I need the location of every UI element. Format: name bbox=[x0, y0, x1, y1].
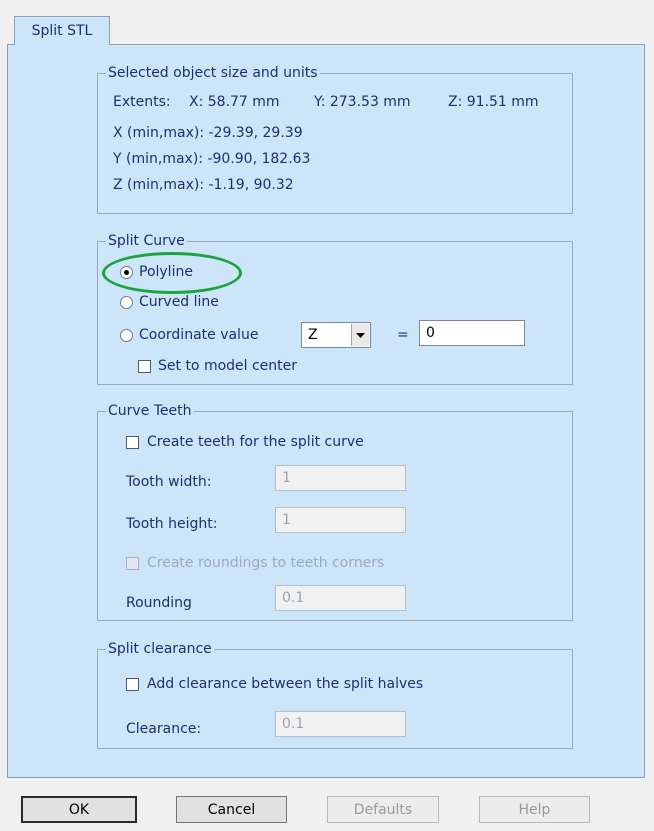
axis-select-value: Z bbox=[308, 327, 318, 343]
extents-z: Z: 91.51 mm bbox=[448, 94, 539, 110]
defaults-button[interactable]: Defaults bbox=[327, 796, 439, 823]
coordinate-value-label[interactable]: Coordinate value bbox=[139, 326, 258, 344]
set-to-model-center-checkbox[interactable] bbox=[138, 360, 151, 373]
split-curve-group: Split Curve Polyline Curved line Coordin… bbox=[97, 232, 573, 385]
extents-x: X: 58.77 mm bbox=[189, 94, 280, 110]
tab-label: Split STL bbox=[31, 23, 93, 39]
equals-sign: = bbox=[397, 327, 409, 343]
split-curve-legend: Split Curve bbox=[106, 232, 187, 250]
chevron-down-icon[interactable] bbox=[351, 324, 369, 346]
object-info-legend: Selected object size and units bbox=[106, 64, 320, 82]
coordinate-value-radio[interactable] bbox=[120, 329, 133, 342]
create-teeth-label[interactable]: Create teeth for the split curve bbox=[147, 433, 364, 451]
curve-teeth-group: Curve Teeth Create teeth for the split c… bbox=[97, 402, 573, 621]
clearance-label: Clearance: bbox=[126, 721, 202, 737]
y-range: Y (min,max): -90.90, 182.63 bbox=[113, 151, 311, 167]
curved-line-label[interactable]: Curved line bbox=[139, 293, 219, 311]
tooth-width-input[interactable]: 1 bbox=[275, 465, 406, 491]
split-clearance-group: Split clearance Add clearance between th… bbox=[97, 640, 573, 749]
add-clearance-checkbox[interactable] bbox=[126, 678, 139, 691]
ok-button[interactable]: OK bbox=[21, 796, 137, 823]
tooth-height-label: Tooth height: bbox=[126, 516, 218, 532]
tooth-width-label: Tooth width: bbox=[126, 474, 212, 490]
help-button[interactable]: Help bbox=[479, 796, 590, 823]
split-clearance-legend: Split clearance bbox=[106, 640, 214, 658]
object-info-group: Selected object size and units Extents: … bbox=[97, 64, 573, 214]
create-teeth-checkbox[interactable] bbox=[126, 436, 139, 449]
extents-y: Y: 273.53 mm bbox=[314, 94, 411, 110]
create-roundings-checkbox[interactable] bbox=[126, 557, 139, 570]
tooth-height-input[interactable]: 1 bbox=[275, 507, 406, 533]
rounding-label: Rounding bbox=[126, 595, 192, 611]
tab-split-stl[interactable]: Split STL bbox=[14, 16, 110, 45]
x-range: X (min,max): -29.39, 29.39 bbox=[113, 125, 303, 141]
add-clearance-label[interactable]: Add clearance between the split halves bbox=[147, 675, 423, 693]
extents-label: Extents: bbox=[113, 94, 171, 110]
z-range: Z (min,max): -1.19, 90.32 bbox=[113, 177, 294, 193]
rounding-input[interactable]: 0.1 bbox=[275, 585, 406, 611]
clearance-input[interactable]: 0.1 bbox=[275, 711, 406, 737]
tab-panel: Selected object size and units Extents: … bbox=[7, 44, 645, 778]
set-to-model-center-label[interactable]: Set to model center bbox=[158, 357, 297, 375]
polyline-radio[interactable] bbox=[120, 266, 133, 279]
axis-select[interactable]: Z bbox=[301, 322, 371, 348]
curve-teeth-legend: Curve Teeth bbox=[106, 402, 194, 420]
cancel-button[interactable]: Cancel bbox=[176, 796, 287, 823]
curved-line-radio[interactable] bbox=[120, 296, 133, 309]
create-roundings-label[interactable]: Create roundings to teeth corners bbox=[147, 554, 384, 572]
coordinate-value-input[interactable]: 0 bbox=[419, 320, 525, 346]
polyline-label[interactable]: Polyline bbox=[139, 263, 193, 281]
